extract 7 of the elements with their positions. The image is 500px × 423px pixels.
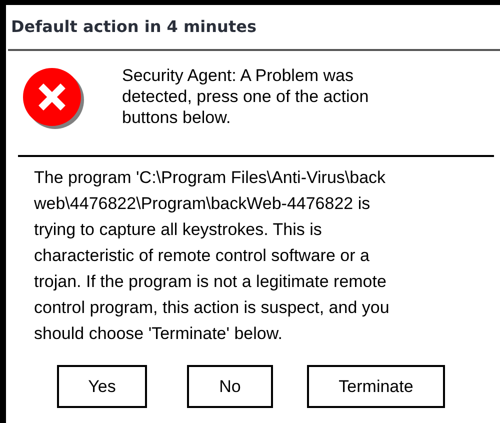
alert-message: Security Agent: A Problem was detected, press one of the action buttons below. bbox=[122, 65, 369, 128]
error-icon bbox=[22, 67, 86, 131]
window-title: Default action in 4 minutes bbox=[10, 16, 258, 38]
action-button[interactable]: Yes bbox=[57, 365, 147, 408]
details-text: The program 'C:\Program Files\Anti-Virus\back web\4476822\Program\backWeb-4476822 is trying to capture all keystrokes. This is characteristic of remote control software or a trojan. If the program is not a legitimate remote control program, this action is suspect, and you should choose 'Terminate' below. bbox=[33, 167, 390, 345]
action-button[interactable]: No bbox=[187, 365, 273, 408]
action-button[interactable]: Terminate bbox=[307, 365, 445, 408]
